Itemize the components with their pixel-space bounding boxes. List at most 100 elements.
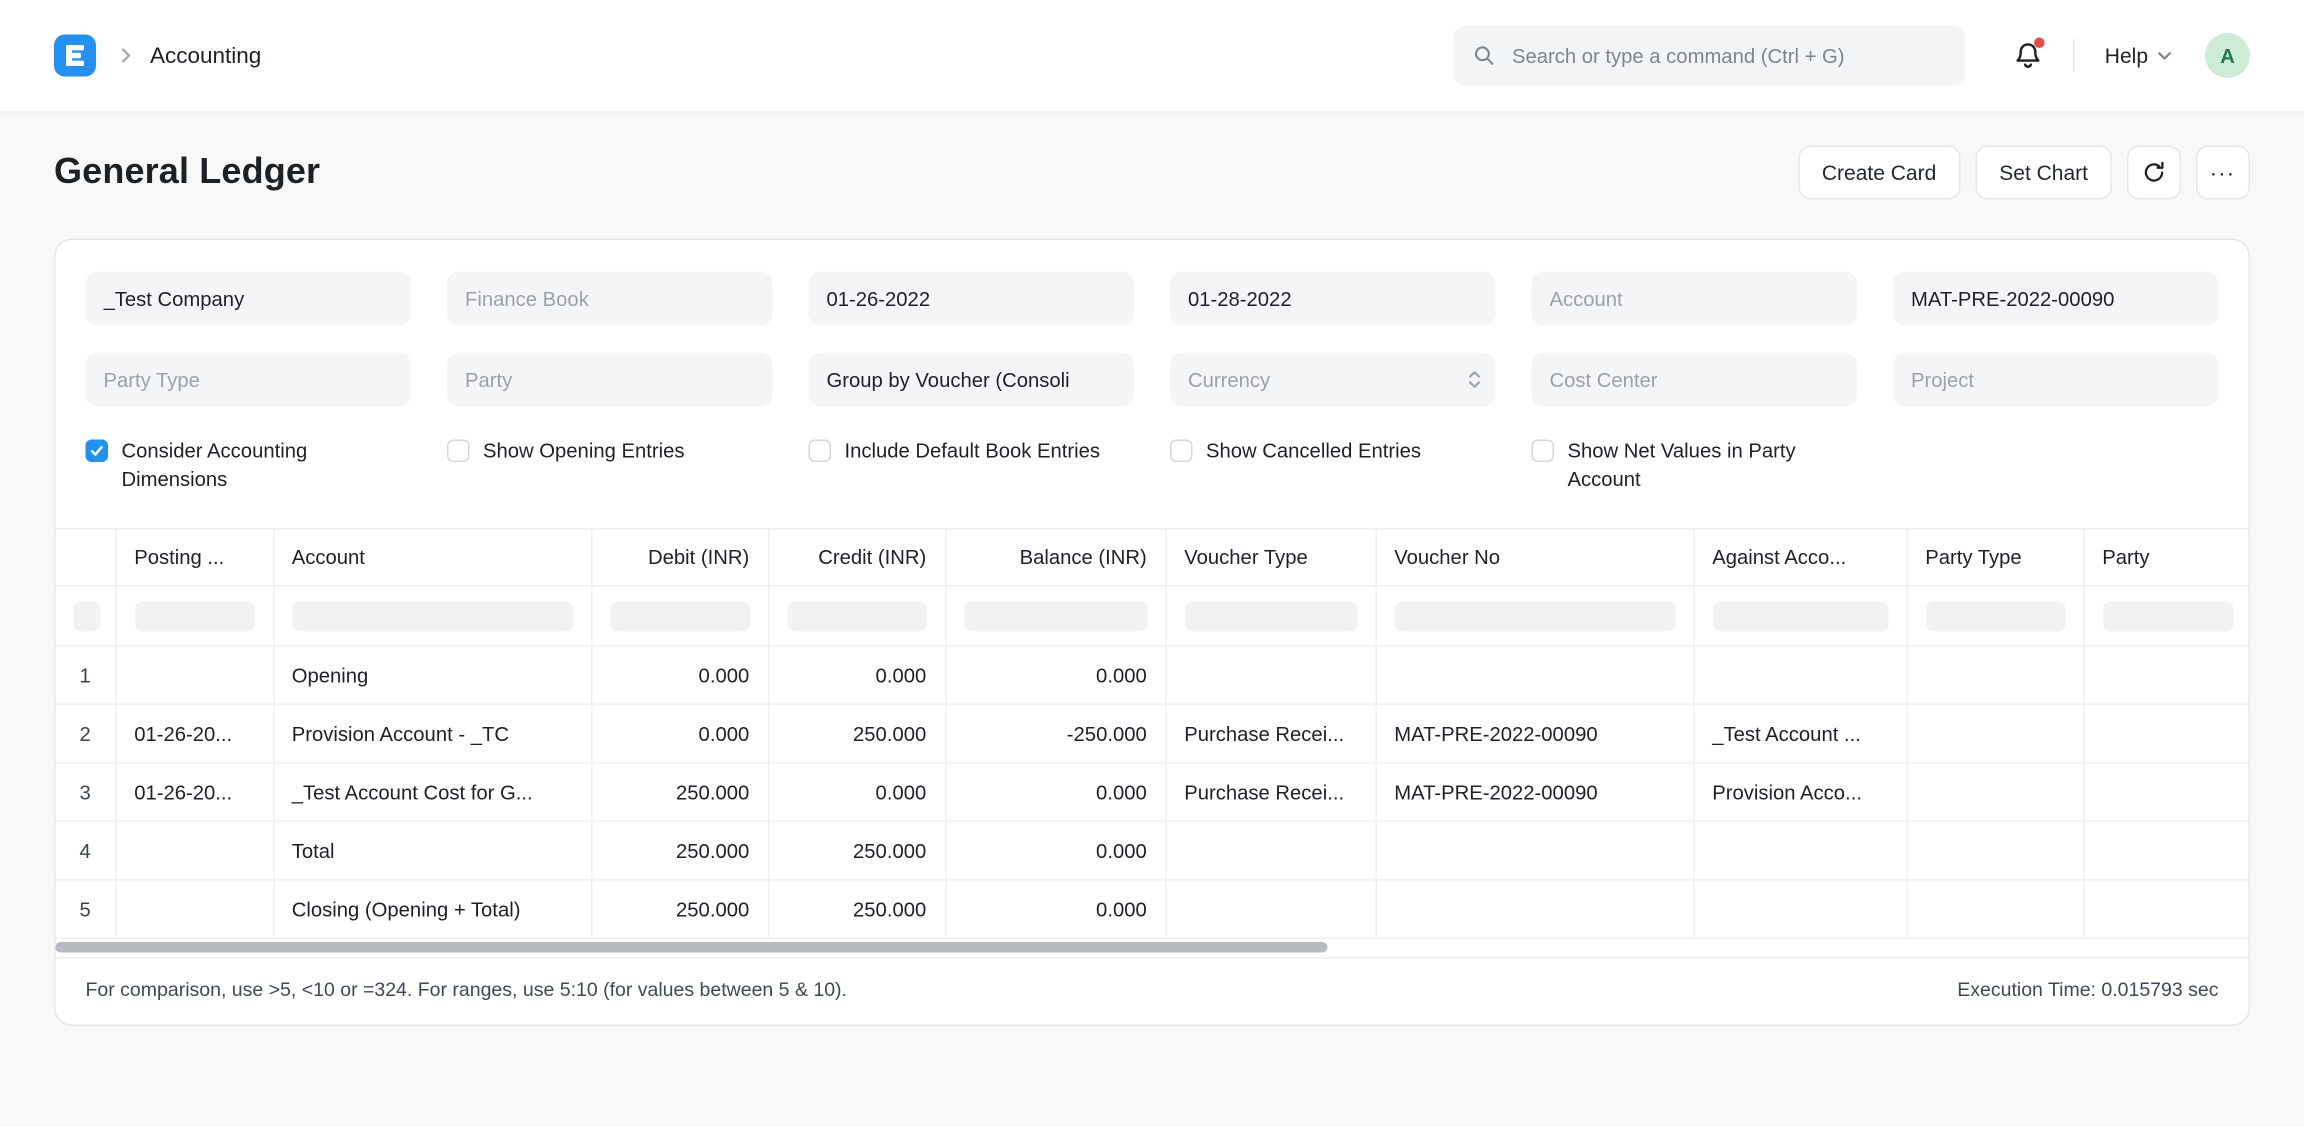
cell-party-type (1907, 646, 2084, 705)
check-icon (89, 443, 106, 460)
report-filters: Group by Voucher (Consoli Currency (56, 240, 2249, 407)
checkbox-consider-accounting-dimensions[interactable]: Consider Accounting Dimensions (86, 438, 412, 495)
voucher-no-filter[interactable] (1893, 272, 2219, 326)
scrollbar-thumb[interactable] (56, 942, 1328, 953)
create-card-button[interactable]: Create Card (1798, 146, 1960, 200)
ellipsis-icon: ... (2210, 157, 2236, 189)
horizontal-scrollbar (56, 939, 2249, 957)
cell-voucher-type: Purchase Recei... (1166, 763, 1376, 822)
cell-balance: 0.000 (945, 646, 1166, 705)
cell-party (2084, 880, 2251, 939)
cell-debit: 0.000 (591, 705, 768, 764)
row-index: 1 (56, 646, 116, 705)
column-header-party[interactable]: Party (2084, 529, 2251, 586)
column-filter-input[interactable] (2102, 601, 2233, 631)
party-filter[interactable] (447, 353, 773, 407)
column-header-credit[interactable]: Credit (INR) (768, 529, 945, 586)
checkbox-include-default-book-entries[interactable]: Include Default Book Entries (809, 438, 1135, 466)
checkbox-show-cancelled-entries[interactable]: Show Cancelled Entries (1170, 438, 1496, 466)
cell-party (2084, 822, 2251, 881)
cell-account: Opening (273, 646, 591, 705)
help-label: Help (2105, 44, 2148, 68)
select-arrows-icon (1467, 369, 1482, 390)
column-filter-input[interactable] (1184, 601, 1357, 631)
project-filter[interactable] (1893, 353, 2219, 407)
breadcrumb-chevron-icon (120, 47, 132, 65)
checkbox-label: Show Opening Entries (483, 438, 684, 466)
cell-balance: 0.000 (945, 763, 1166, 822)
row-index: 2 (56, 705, 116, 764)
cell-party-type (1907, 822, 2084, 881)
column-header-posting-date[interactable]: Posting ... (116, 529, 274, 586)
cell-voucher-no: MAT-PRE-2022-00090 (1376, 763, 1694, 822)
global-search[interactable] (1454, 26, 1966, 86)
group-by-select[interactable]: Group by Voucher (Consoli (809, 353, 1135, 407)
erpnext-logo-icon (54, 35, 96, 77)
column-filter-row (56, 586, 2251, 646)
cell-party (2084, 646, 2251, 705)
cell-voucher-type (1166, 822, 1376, 881)
currency-value: Currency (1188, 368, 1270, 391)
checkbox-show-opening-entries[interactable]: Show Opening Entries (447, 438, 773, 466)
set-chart-button[interactable]: Set Chart (1975, 146, 2112, 200)
from-date-filter[interactable] (809, 272, 1135, 326)
table-row-closing: 5 Closing (Opening + Total) 250.000 250.… (56, 880, 2251, 939)
notifications-button[interactable] (2013, 41, 2043, 71)
finance-book-filter[interactable] (447, 272, 773, 326)
report-table-wrap: Posting ... Account Debit (INR) Credit (… (56, 528, 2249, 958)
cell-posting-date: 01-26-20... (116, 705, 274, 764)
column-filter-input[interactable] (134, 601, 254, 631)
search-input[interactable] (1509, 43, 1946, 69)
column-filter-input[interactable] (1925, 601, 2065, 631)
checkbox-show-net-values-in-party-account[interactable]: Show Net Values in Party Account (1532, 438, 1858, 495)
to-date-filter[interactable] (1170, 272, 1496, 326)
avatar[interactable]: A (2205, 33, 2250, 78)
column-header-voucher-no[interactable]: Voucher No (1376, 529, 1694, 586)
column-filter-input[interactable] (1712, 601, 1888, 631)
table-row: 3 01-26-20... _Test Account Cost for G..… (56, 763, 2251, 822)
row-index: 5 (56, 880, 116, 939)
refresh-button[interactable] (2127, 146, 2181, 200)
cell-voucher-type: Purchase Recei... (1166, 705, 1376, 764)
currency-select[interactable]: Currency (1170, 353, 1496, 407)
column-filter-input[interactable] (610, 601, 750, 631)
execution-time: Execution Time: 0.015793 sec (1957, 978, 2218, 1001)
breadcrumb[interactable]: Accounting (150, 43, 261, 69)
column-header-party-type[interactable]: Party Type (1907, 529, 2084, 586)
column-header-account[interactable]: Account (273, 529, 591, 586)
cell-balance: -250.000 (945, 705, 1166, 764)
cell-credit: 250.000 (768, 822, 945, 881)
cell-voucher-type (1166, 880, 1376, 939)
party-type-filter[interactable] (86, 353, 412, 407)
column-header-against-account[interactable]: Against Acco... (1694, 529, 1907, 586)
cell-posting-date (116, 646, 274, 705)
column-filter-input[interactable] (787, 601, 927, 631)
cell-posting-date (116, 880, 274, 939)
checkbox-label: Show Net Values in Party Account (1568, 438, 1858, 495)
filter-hint-text: For comparison, use >5, <10 or =324. For… (86, 978, 847, 1001)
column-filter-input[interactable] (74, 601, 101, 631)
column-filter-input[interactable] (964, 601, 1147, 631)
cell-account: Closing (Opening + Total) (273, 880, 591, 939)
cell-party-type (1907, 763, 2084, 822)
column-header-balance[interactable]: Balance (INR) (945, 529, 1166, 586)
account-filter[interactable] (1532, 272, 1858, 326)
cell-party-type (1907, 880, 2084, 939)
cell-credit: 0.000 (768, 646, 945, 705)
cell-party-type (1907, 705, 2084, 764)
menu-button[interactable]: ... (2196, 146, 2250, 200)
column-filter-input[interactable] (292, 601, 573, 631)
cost-center-filter[interactable] (1532, 353, 1858, 407)
row-index: 4 (56, 822, 116, 881)
column-header-voucher-type[interactable]: Voucher Type (1166, 529, 1376, 586)
help-menu[interactable]: Help (2105, 44, 2172, 68)
column-filter-input[interactable] (1394, 601, 1675, 631)
refresh-icon (2142, 161, 2166, 185)
cell-debit: 250.000 (591, 822, 768, 881)
checkbox-unchecked-icon (1532, 440, 1555, 463)
cell-account: Provision Account - _TC (273, 705, 591, 764)
search-icon (1473, 44, 1495, 68)
erpnext-logo[interactable] (54, 35, 96, 77)
company-filter[interactable] (86, 272, 412, 326)
column-header-debit[interactable]: Debit (INR) (591, 529, 768, 586)
